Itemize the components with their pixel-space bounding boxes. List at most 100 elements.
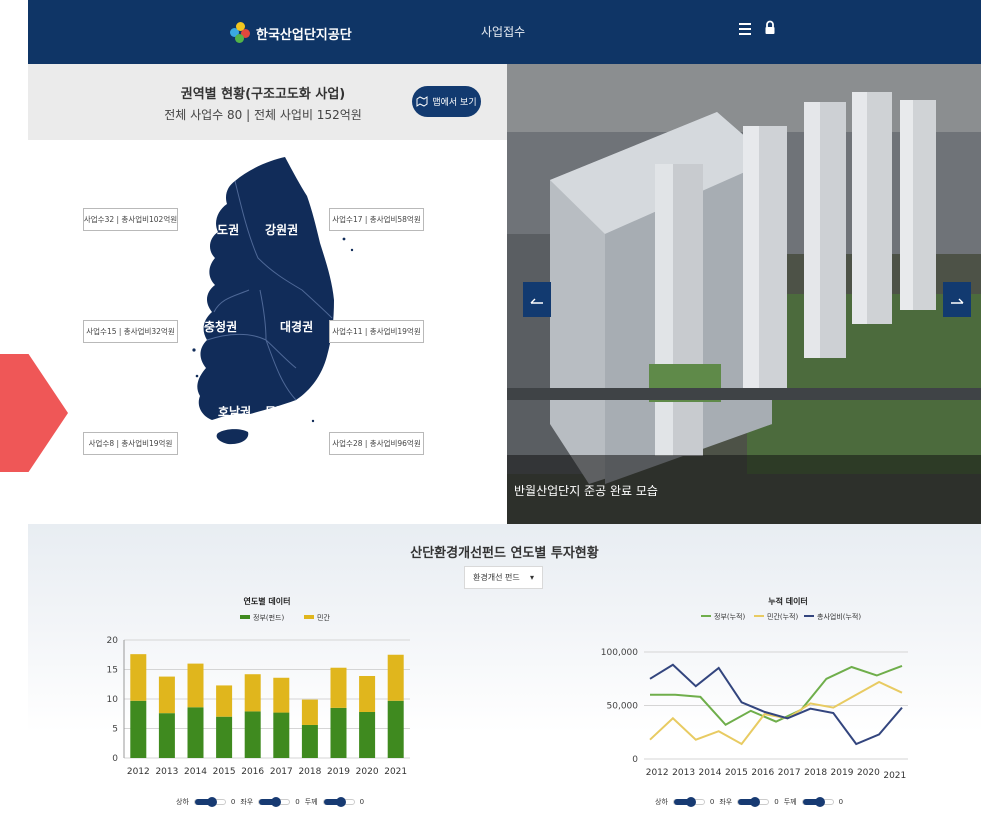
slider-label-vertical: 상하: [176, 798, 189, 806]
x-tick-label: 2018: [804, 768, 827, 778]
menu-icon[interactable]: [739, 23, 751, 35]
x-tick-label: 2012: [646, 768, 669, 778]
region-label-chungcheong[interactable]: 충청권: [204, 318, 237, 335]
stat-box-chungcheong: 사업수15 | 총사업비32억원: [83, 320, 178, 343]
bar-segment: [244, 674, 261, 712]
fund-title: 산단환경개선펀드 연도별 투자현황: [410, 546, 599, 561]
map-mainland: [197, 157, 334, 420]
x-tick-label: 2021: [883, 771, 906, 781]
logo-text: 한국산업단지공단: [256, 27, 352, 43]
chart-title: 연도별 데이터: [244, 596, 291, 606]
bar-segment: [301, 724, 318, 758]
view-on-map-button[interactable]: 맵에서 보기: [412, 86, 481, 117]
y-tick-label: 0: [632, 755, 638, 765]
photo-caption-bar: 반월산업단지 준공 완료 모습: [507, 455, 981, 524]
y-tick-label: 50,000: [607, 702, 639, 712]
fund-type-select[interactable]: 환경개선 펀드 ▾: [464, 566, 543, 589]
lock-icon[interactable]: [764, 20, 776, 35]
slider-value: 0: [709, 798, 715, 806]
x-tick-label: 2016: [241, 767, 264, 777]
bar-segment: [387, 654, 404, 701]
photo-next-button[interactable]: [943, 282, 971, 317]
logo-mark-icon: [230, 22, 252, 44]
x-tick-label: 2020: [857, 768, 880, 778]
bar-segment: [187, 663, 204, 708]
page: 한국산업단지공단 사업접수 권역별 현황(구조고도화 사업) 전체 사업수 80…: [0, 0, 981, 822]
slider-label-thickness: 두께: [783, 798, 797, 806]
region-label-dongnam[interactable]: 동남권: [265, 403, 298, 420]
bar-segment: [244, 711, 261, 758]
slider-label-horizontal: 좌우: [719, 798, 733, 806]
bar-segment: [216, 716, 233, 758]
fund-select-value: 환경개선 펀드: [473, 573, 520, 582]
x-tick-label: 2020: [356, 767, 379, 777]
region-label-capital[interactable]: 수도권: [206, 221, 239, 238]
legend-label: 민간(누적): [767, 612, 798, 621]
horizontal-slider[interactable]: [737, 797, 770, 807]
left-slider-row: 상하 0 좌우 0 두께 0: [176, 797, 364, 807]
photo-prev-button[interactable]: [523, 282, 551, 317]
stat-box-capital: 사업수32 | 총사업비102억원: [83, 208, 178, 231]
bar-segment: [359, 675, 376, 712]
series-line: [649, 680, 903, 746]
x-tick-label: 2015: [213, 767, 236, 777]
vertical-slider[interactable]: [193, 797, 226, 807]
x-tick-label: 2021: [384, 767, 407, 777]
bar-segment: [330, 667, 347, 708]
map-icon: [416, 96, 428, 107]
arrow-left-icon: [530, 298, 543, 304]
x-tick-label: 2018: [298, 767, 321, 777]
y-tick-label: 15: [107, 666, 118, 676]
logo[interactable]: 한국산업단지공단: [230, 22, 352, 44]
y-tick-label: 0: [112, 754, 118, 764]
nav-business-application[interactable]: 사업접수: [481, 23, 525, 40]
thickness-slider[interactable]: [322, 797, 355, 807]
horizontal-slider[interactable]: [258, 797, 291, 807]
bar-segment: [130, 700, 147, 758]
app-frame: 한국산업단지공단 사업접수 권역별 현황(구조고도화 사업) 전체 사업수 80…: [28, 0, 981, 822]
stat-box-daegyeong: 사업수11 | 총사업비19억원: [329, 320, 424, 343]
x-tick-label: 2017: [778, 768, 801, 778]
arrow-right-icon: [951, 298, 964, 304]
thickness-slider[interactable]: [801, 797, 834, 807]
bar-segment: [187, 707, 204, 758]
bar-segment: [273, 712, 290, 758]
bar-segment: [273, 677, 290, 713]
y-tick-label: 10: [107, 695, 119, 705]
slider-label-horizontal: 좌우: [240, 798, 254, 806]
x-tick-label: 2019: [831, 768, 854, 778]
slider-value: 0: [359, 798, 365, 806]
bar-segment: [301, 699, 318, 725]
legend-label: 정부(누적): [714, 612, 745, 621]
x-tick-label: 2014: [184, 767, 207, 777]
x-tick-label: 2014: [699, 768, 722, 778]
region-label-gangwon[interactable]: 강원권: [265, 221, 298, 238]
legend-label: 총사업비(누적): [817, 612, 861, 621]
y-tick-label: 100,000: [601, 648, 638, 658]
slider-value: 0: [838, 798, 844, 806]
bar-segment: [330, 707, 347, 758]
cumulative-line-chart: 누적 데이터정부(누적) 민간(누적) 총사업비(누적) 0 50,000 100,000…: [601, 596, 908, 781]
region-header: 권역별 현황(구조고도화 사업) 전체 사업수 80 | 전체 사업비 152억…: [28, 64, 507, 140]
vertical-slider[interactable]: [672, 797, 705, 807]
y-tick-label: 5: [112, 725, 118, 735]
slider-value: 0: [295, 798, 300, 806]
region-panel: 권역별 현황(구조고도화 사업) 전체 사업수 80 | 전체 사업비 152억…: [28, 64, 507, 524]
bar-segment: [387, 700, 404, 758]
x-tick-label: 2016: [751, 768, 774, 778]
x-tick-label: 2012: [127, 767, 150, 777]
slider-value: 0: [774, 798, 779, 806]
right-slider-row: 상하 0 좌우 0 두께 0: [655, 797, 843, 807]
region-label-daegyeong[interactable]: 대경권: [280, 318, 313, 335]
region-label-honam[interactable]: 호남권: [218, 403, 251, 420]
chevron-down-icon: ▾: [529, 573, 534, 582]
stat-box-dongnam: 사업수28 | 총사업비96억원: [329, 432, 424, 455]
top-header: 한국산업단지공단 사업접수: [28, 0, 981, 64]
x-tick-label: 2015: [725, 768, 748, 778]
view-on-map-label: 맵에서 보기: [432, 98, 477, 108]
photo-caption: 반월산업단지 준공 완료 모습: [514, 484, 658, 498]
x-tick-label: 2017: [270, 767, 293, 777]
photo-carousel: 반월산업단지 준공 완료 모습: [507, 64, 981, 524]
x-tick-label: 2013: [672, 768, 695, 778]
legend-swatch: [304, 615, 314, 619]
